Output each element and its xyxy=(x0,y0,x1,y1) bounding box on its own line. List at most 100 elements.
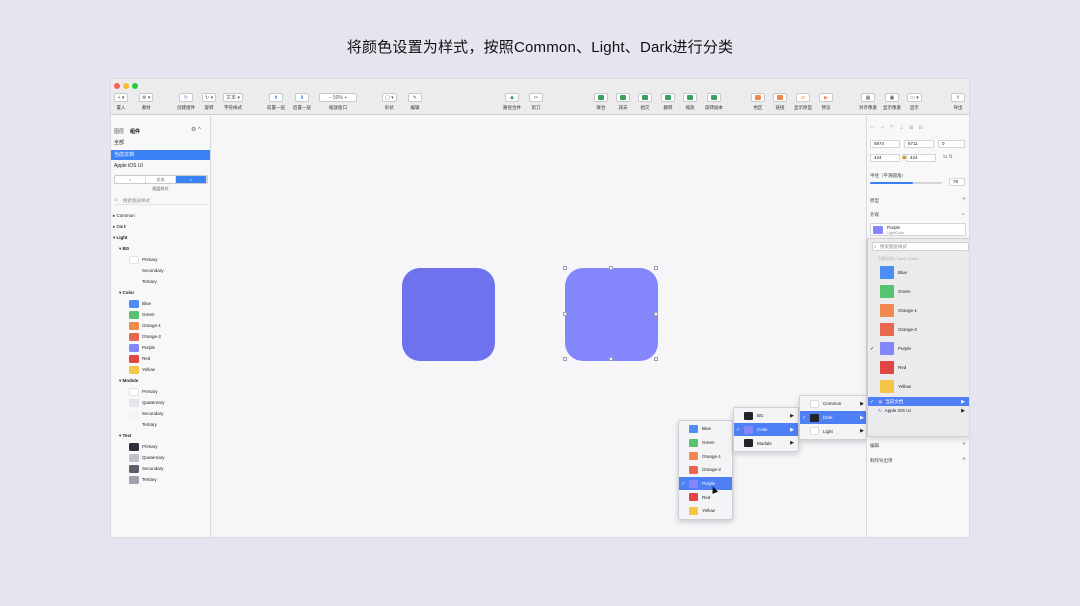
rounded-square-dark-purple[interactable] xyxy=(402,268,495,361)
picker-item-blue[interactable]: Blue xyxy=(868,263,969,282)
edit-button[interactable]: ✎ 编辑 xyxy=(408,93,422,111)
style-search-input[interactable]: ⌕ 搜索图层样式 xyxy=(114,196,208,205)
add-fill-icon[interactable]: + xyxy=(962,441,966,448)
flip-button[interactable]: 翻转 xyxy=(661,93,675,111)
scissors-button[interactable]: ✂ 剪刀 xyxy=(529,93,543,111)
library-apple-ios[interactable]: ↻ Apple iOS UI ▶ xyxy=(868,406,969,415)
rotation-field[interactable]: 0 xyxy=(938,140,965,148)
style-selector[interactable]: Purple Light/Color xyxy=(870,223,966,236)
add-prototype-icon[interactable]: + xyxy=(962,196,966,203)
menu-item-blue[interactable]: Blue xyxy=(679,422,732,436)
minimize-window-button[interactable] xyxy=(123,83,129,89)
flip-horizontal-icon[interactable]: ⇆ ⇅ xyxy=(943,154,953,160)
tab-components[interactable]: 组件 xyxy=(130,128,140,135)
menu-item-common[interactable]: Common ▶ xyxy=(800,397,868,411)
x-position-field[interactable]: 5874 xyxy=(870,140,900,148)
link-button[interactable]: 链接 xyxy=(773,93,787,111)
picker-item-red[interactable]: Red xyxy=(868,358,969,377)
rounded-square-purple-selected[interactable] xyxy=(565,268,658,361)
tree-item-orange-1[interactable]: Orange-1 xyxy=(111,320,210,331)
chevron-down-icon[interactable]: ⌄ xyxy=(960,210,966,217)
rotate-copy-button[interactable]: 旋转副本 xyxy=(705,93,723,111)
shape-button[interactable]: ▢ ▾ 形状 xyxy=(382,93,397,111)
radius-value-field[interactable]: 79 xyxy=(949,178,965,186)
style-type-segment[interactable]: ○ 文本 ◐ xyxy=(114,175,208,184)
tree-item-yellow[interactable]: Yellow xyxy=(111,364,210,375)
create-component-button[interactable]: ↻ 创建组件 xyxy=(177,93,195,111)
width-field[interactable]: 424 xyxy=(870,154,900,162)
radius-slider[interactable] xyxy=(870,182,942,184)
tree-item-text-quaternary[interactable]: Quaternary xyxy=(111,452,210,463)
tree-item-text-secondary[interactable]: Secondary xyxy=(111,463,210,474)
rotate-button[interactable]: ↻ ▾ 旋转 xyxy=(202,93,217,111)
subtract-button[interactable]: 减去 xyxy=(616,93,630,111)
union-button[interactable]: 联合 xyxy=(594,93,608,111)
resize-handle[interactable] xyxy=(563,357,567,361)
add-export-icon[interactable]: + xyxy=(962,456,966,463)
menu-item-bg[interactable]: BG ▶ xyxy=(734,409,798,423)
menu-item-orange-1[interactable]: Orange-1 xyxy=(679,449,732,463)
picker-item-yellow[interactable]: Yellow xyxy=(868,377,969,396)
zoom-out-icon[interactable]: − xyxy=(329,95,332,101)
segment-layer-style[interactable]: ◐ xyxy=(176,176,208,183)
merge-path-button[interactable]: ◆ 路径合并 xyxy=(503,93,521,111)
tree-item-purple[interactable]: Purple xyxy=(111,342,210,353)
resize-handle[interactable] xyxy=(609,266,613,270)
height-field[interactable]: 424 xyxy=(906,154,936,162)
display-button[interactable]: ▭ ▾ 显示 xyxy=(907,93,922,111)
intersect-button[interactable]: 相交 xyxy=(638,93,652,111)
material-button[interactable]: ⚙ ▾ 素材 xyxy=(139,93,154,111)
tree-group-color[interactable]: ▾ Color xyxy=(111,287,210,298)
tree-group-light[interactable]: ▾ Light xyxy=(111,232,210,243)
resize-handle[interactable] xyxy=(654,312,658,316)
char-style-button[interactable]: 文本 ▾ 字符样式 xyxy=(223,93,243,111)
library-item-all[interactable]: 全部 xyxy=(111,138,210,148)
menu-item-red[interactable]: Red xyxy=(679,490,732,504)
tree-group-common[interactable]: ▸ Common xyxy=(111,210,210,221)
tree-item-orange-2[interactable]: Orange-2 xyxy=(111,331,210,342)
tree-item-text-tertiary[interactable]: Tertiary xyxy=(111,474,210,485)
show-pixel-button[interactable]: ▣ 显示像素 xyxy=(883,93,901,111)
library-current-doc[interactable]: ✓ ▣ 当前文档 ▶ xyxy=(868,397,969,406)
tree-item-text-primary[interactable]: Primary xyxy=(111,441,210,452)
tree-group-dark[interactable]: ▸ Dark xyxy=(111,221,210,232)
menu-item-color[interactable]: ✓ Color ▶ xyxy=(734,422,798,437)
menu-item-yellow[interactable]: Yellow xyxy=(679,504,732,518)
tree-item-green[interactable]: Green xyxy=(111,309,210,320)
tree-item-module-tertiary[interactable]: Tertiary xyxy=(111,419,210,430)
tree-item-bg-secondary[interactable]: Secondary xyxy=(111,265,210,276)
show-prototype-button[interactable]: ⇄ 显示原型 xyxy=(794,93,812,111)
send-backward-button[interactable]: ⬇ 后置一层 xyxy=(293,93,311,111)
picker-item-green[interactable]: Green xyxy=(868,282,969,301)
tree-item-bg-primary[interactable]: Primary xyxy=(111,254,210,265)
zoom-control[interactable]: − 50% + 缩放窗口 xyxy=(319,93,357,111)
tree-item-module-quaternary[interactable]: Quaternary xyxy=(111,397,210,408)
tab-layers[interactable]: 图层 xyxy=(114,128,124,135)
align-pixel-button[interactable]: ▦ 对齐像素 xyxy=(859,93,877,111)
close-window-button[interactable] xyxy=(114,83,120,89)
tree-item-module-primary[interactable]: Primary xyxy=(111,386,210,397)
resize-handle[interactable] xyxy=(563,266,567,270)
menu-item-light[interactable]: Light ▶ xyxy=(800,424,868,438)
resize-handle[interactable] xyxy=(654,266,658,270)
tree-group-module[interactable]: ▾ Module xyxy=(111,375,210,386)
tree-item-bg-tertiary[interactable]: Tertiary xyxy=(111,276,210,287)
color-area-button[interactable]: 色区 xyxy=(751,93,765,111)
insert-button[interactable]: + ▾ 置入 xyxy=(114,93,128,111)
picker-item-purple[interactable]: ✓ Purple xyxy=(868,339,969,358)
maximize-window-button[interactable] xyxy=(132,83,138,89)
library-item-current-doc[interactable]: 当前文档 xyxy=(111,150,210,160)
y-position-field[interactable]: 6711 xyxy=(904,140,934,148)
tree-item-blue[interactable]: Blue xyxy=(111,298,210,309)
segment-text[interactable]: 文本 xyxy=(146,176,177,183)
menu-item-module[interactable]: Module ▶ xyxy=(734,436,798,450)
bring-forward-button[interactable]: ⬆ 前置一层 xyxy=(267,93,285,111)
picker-item-orange-2[interactable]: Orange-2 xyxy=(868,320,969,339)
segment-symbol[interactable]: ○ xyxy=(115,176,146,183)
picker-item-orange-1[interactable]: Orange-1 xyxy=(868,301,969,320)
export-button[interactable]: ⇪ 导出 xyxy=(951,93,965,111)
scale-button[interactable]: 缩放 xyxy=(683,93,697,111)
menu-item-dark[interactable]: ✓ Dark ▶ xyxy=(800,410,868,425)
menu-item-green[interactable]: Green xyxy=(679,436,732,450)
canvas[interactable]: Blue Green Orange-1 Orange-2 ✓ Purple Red… xyxy=(212,116,869,537)
